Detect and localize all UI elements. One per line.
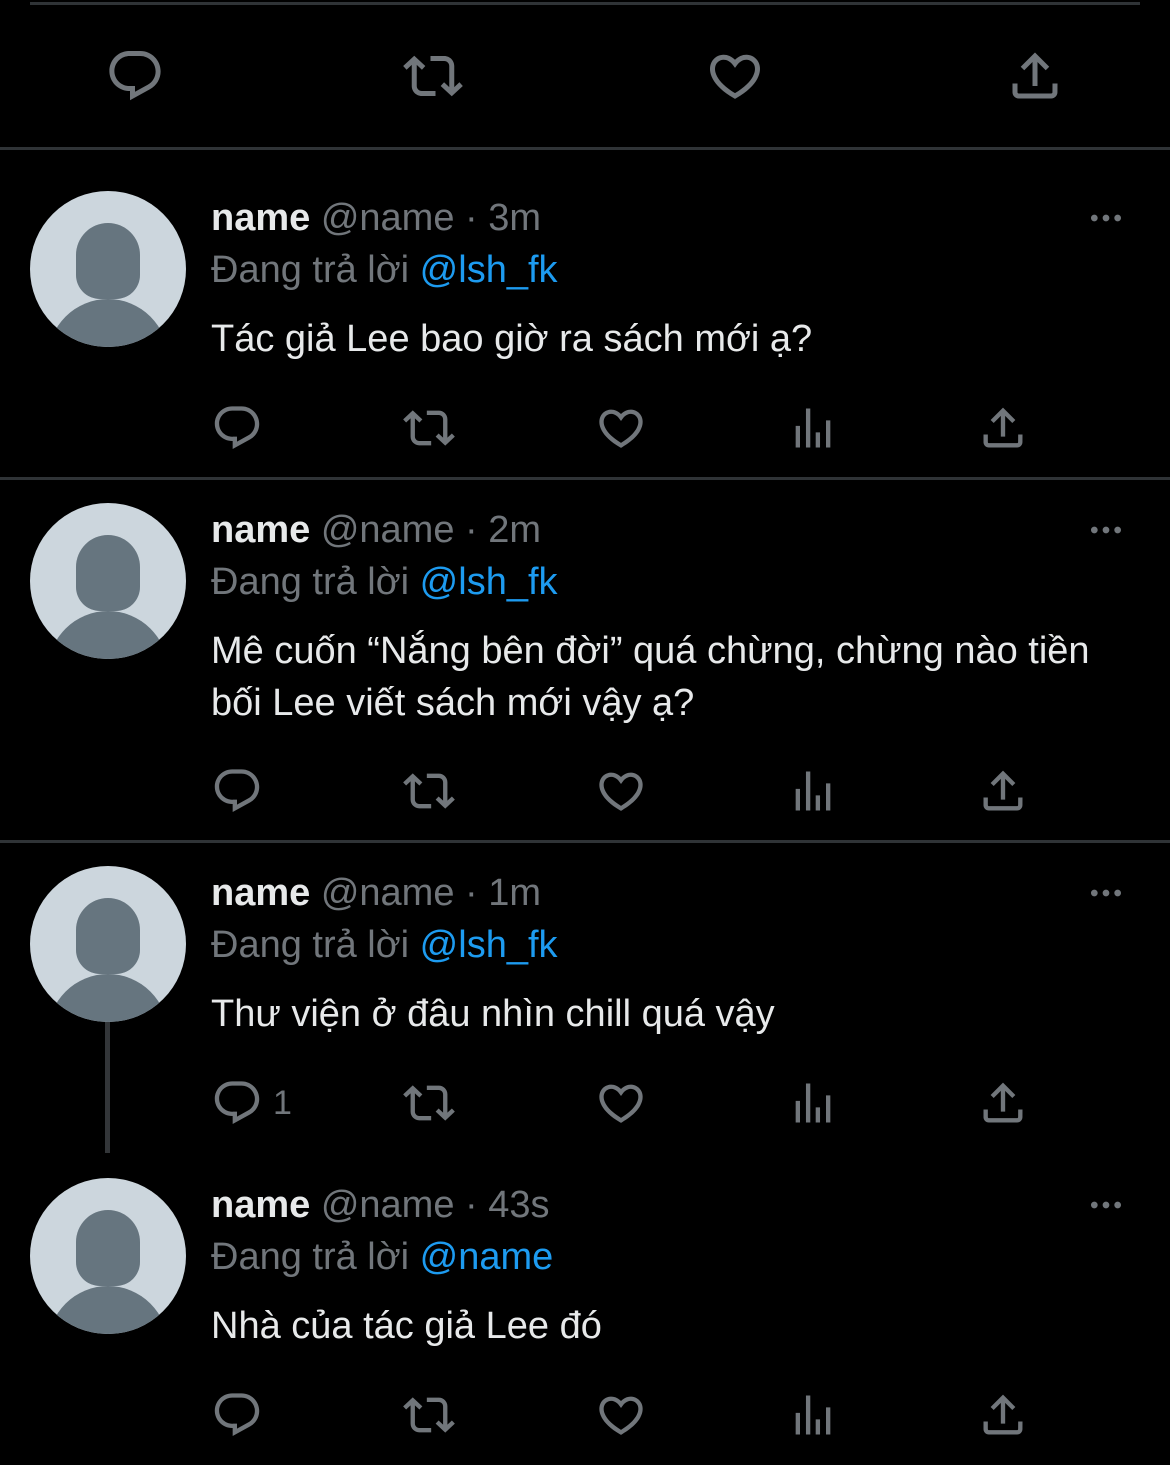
mention-link[interactable]: @name bbox=[420, 1236, 554, 1278]
reply-icon[interactable] bbox=[211, 402, 263, 454]
timestamp[interactable]: · 2m bbox=[465, 509, 541, 551]
tweet-text: Mê cuốn “Nắng bên đời” quá chừng, chừng … bbox=[211, 630, 1090, 724]
share-icon[interactable] bbox=[977, 1077, 1029, 1129]
mention-link[interactable]: @lsh_fk bbox=[420, 561, 558, 603]
replying-label: Đang trả lời bbox=[211, 1236, 410, 1278]
reply-icon[interactable] bbox=[105, 46, 165, 106]
tweet-text: Tác giả Lee bao giờ ra sách mới ạ? bbox=[211, 318, 813, 360]
replying-to: Đang trả lời @name bbox=[211, 1231, 553, 1283]
display-name[interactable]: name bbox=[211, 197, 310, 239]
tweet[interactable]: name @name · 1m Đang trả lời @lsh_fk Thư… bbox=[0, 843, 1170, 1155]
like-icon[interactable] bbox=[595, 1077, 647, 1129]
more-icon[interactable] bbox=[1086, 1185, 1126, 1225]
avatar-head bbox=[76, 223, 140, 299]
handle[interactable]: @name bbox=[321, 509, 455, 551]
tweet-header: name @name · 2m bbox=[211, 504, 541, 556]
handle[interactable]: @name bbox=[321, 197, 455, 239]
top-action-bar bbox=[0, 0, 1170, 148]
share-icon[interactable] bbox=[1005, 46, 1065, 106]
display-name[interactable]: name bbox=[211, 509, 310, 551]
like-icon[interactable] bbox=[595, 1389, 647, 1441]
avatar-head bbox=[76, 1210, 140, 1286]
retweet-icon[interactable] bbox=[403, 765, 455, 817]
reply-count: 1 bbox=[273, 1084, 292, 1122]
mention-link[interactable]: @lsh_fk bbox=[420, 249, 558, 291]
replying-label: Đang trả lời bbox=[211, 561, 410, 603]
tweet-header: name @name · 3m bbox=[211, 192, 541, 244]
views-icon[interactable] bbox=[787, 402, 839, 454]
tweet-text: Nhà của tác giả Lee đó bbox=[211, 1305, 602, 1347]
retweet-icon[interactable] bbox=[403, 402, 455, 454]
reply-icon[interactable] bbox=[211, 765, 263, 817]
replying-to: Đang trả lời @lsh_fk bbox=[211, 556, 558, 608]
views-icon[interactable] bbox=[787, 765, 839, 817]
avatar-head bbox=[76, 535, 140, 611]
retweet-icon[interactable] bbox=[403, 1389, 455, 1441]
timestamp[interactable]: · 3m bbox=[465, 197, 541, 239]
tweet[interactable]: name @name · 3m Đang trả lời @lsh_fk Tác… bbox=[0, 150, 1170, 477]
tweet-header: name @name · 43s bbox=[211, 1179, 550, 1231]
like-icon[interactable] bbox=[705, 46, 765, 106]
like-icon[interactable] bbox=[595, 402, 647, 454]
avatar[interactable] bbox=[30, 866, 186, 1022]
mention-link[interactable]: @lsh_fk bbox=[420, 924, 558, 966]
avatar-body bbox=[48, 611, 168, 659]
more-icon[interactable] bbox=[1086, 198, 1126, 238]
tweet-text: Thư viện ở đâu nhìn chill quá vậy bbox=[211, 993, 775, 1035]
avatar[interactable] bbox=[30, 191, 186, 347]
display-name[interactable]: name bbox=[211, 1184, 310, 1226]
replying-to: Đang trả lời @lsh_fk bbox=[211, 244, 558, 296]
like-icon[interactable] bbox=[595, 765, 647, 817]
share-icon[interactable] bbox=[977, 765, 1029, 817]
reply-icon[interactable] bbox=[211, 1389, 263, 1441]
replying-label: Đang trả lời bbox=[211, 249, 410, 291]
more-icon[interactable] bbox=[1086, 510, 1126, 550]
avatar-body bbox=[48, 974, 168, 1022]
views-icon[interactable] bbox=[787, 1077, 839, 1129]
retweet-icon[interactable] bbox=[403, 46, 463, 106]
tweet-header: name @name · 1m bbox=[211, 867, 541, 919]
reply-icon[interactable] bbox=[211, 1077, 263, 1129]
share-icon[interactable] bbox=[977, 1389, 1029, 1441]
more-icon[interactable] bbox=[1086, 873, 1126, 913]
avatar[interactable] bbox=[30, 1178, 186, 1334]
handle[interactable]: @name bbox=[321, 1184, 455, 1226]
timestamp[interactable]: · 43s bbox=[465, 1184, 549, 1226]
timestamp[interactable]: · 1m bbox=[465, 872, 541, 914]
share-icon[interactable] bbox=[977, 402, 1029, 454]
avatar-head bbox=[76, 898, 140, 974]
views-icon[interactable] bbox=[787, 1389, 839, 1441]
avatar-body bbox=[48, 1286, 168, 1334]
avatar-body bbox=[48, 299, 168, 347]
display-name[interactable]: name bbox=[211, 872, 310, 914]
replying-to: Đang trả lời @lsh_fk bbox=[211, 919, 558, 971]
thread-connector bbox=[105, 1018, 110, 1153]
tweet[interactable]: name @name · 43s Đang trả lời @name Nhà … bbox=[0, 1155, 1170, 1465]
tweet[interactable]: name @name · 2m Đang trả lời @lsh_fk Mê … bbox=[0, 480, 1170, 840]
avatar[interactable] bbox=[30, 503, 186, 659]
handle[interactable]: @name bbox=[321, 872, 455, 914]
replying-label: Đang trả lời bbox=[211, 924, 410, 966]
retweet-icon[interactable] bbox=[403, 1077, 455, 1129]
